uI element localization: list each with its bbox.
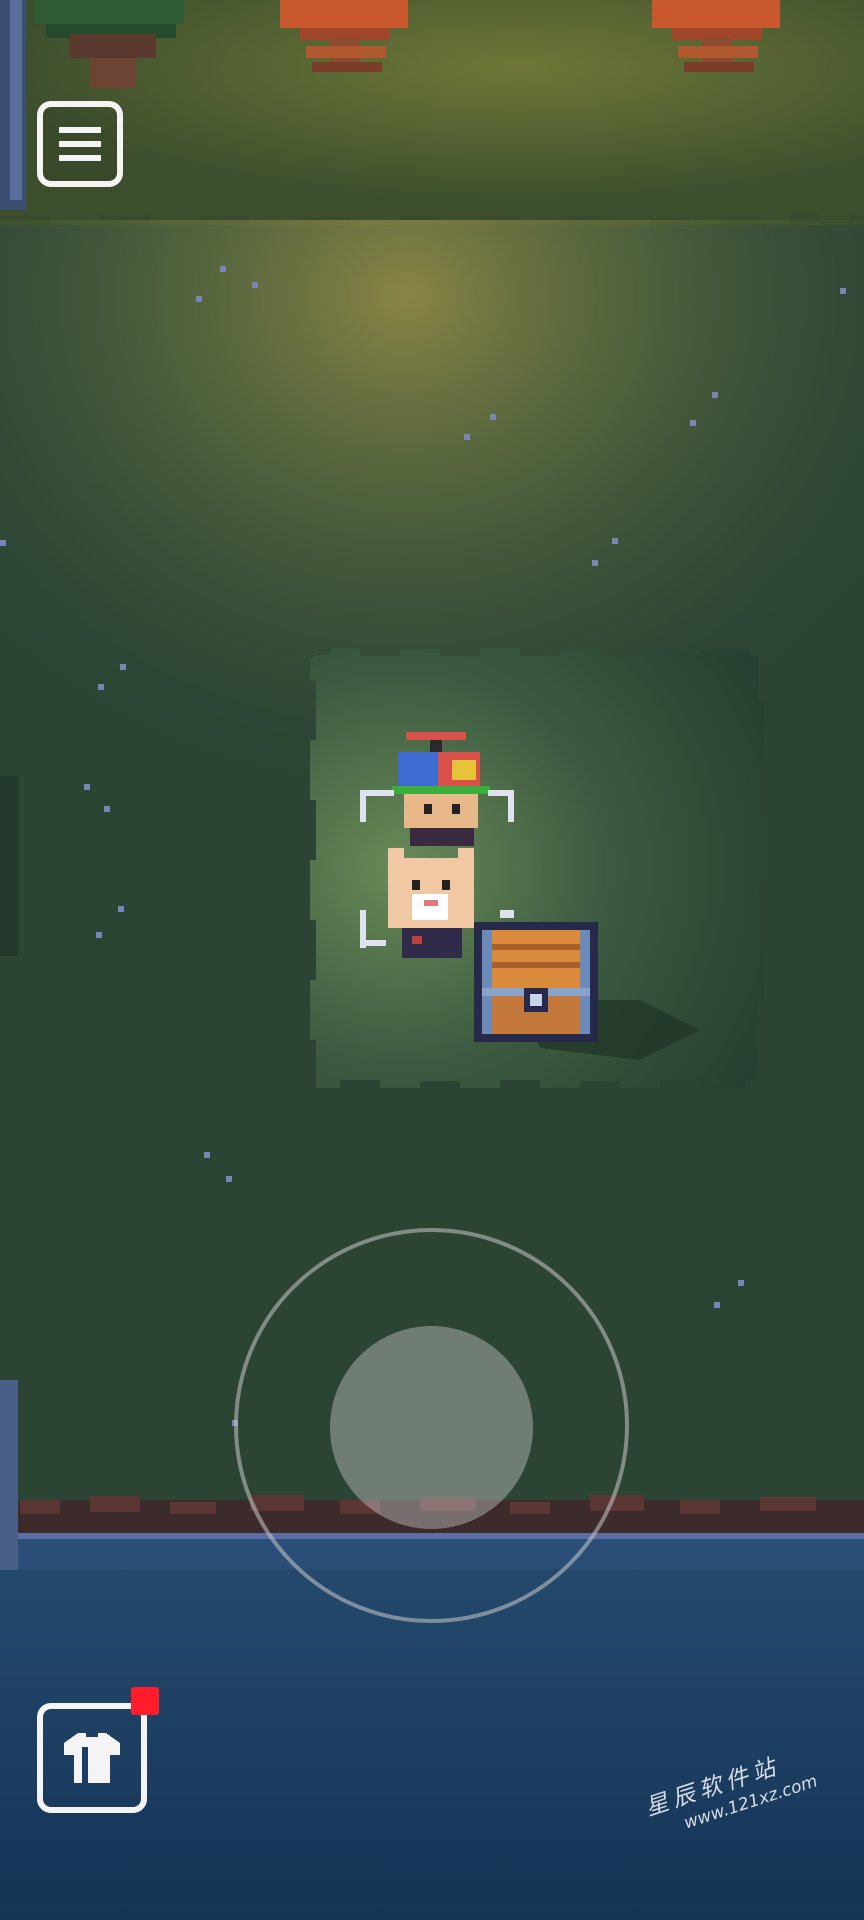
hamburger-menu-icon <box>59 125 101 163</box>
joystick-knob[interactable] <box>330 1326 533 1529</box>
notification-badge <box>131 1687 159 1715</box>
treasure-chest <box>474 922 598 1042</box>
game-scene[interactable] <box>0 0 864 1920</box>
wardrobe-button[interactable] <box>37 1703 147 1813</box>
shirt-icon <box>64 1733 120 1783</box>
menu-button[interactable] <box>37 101 123 187</box>
